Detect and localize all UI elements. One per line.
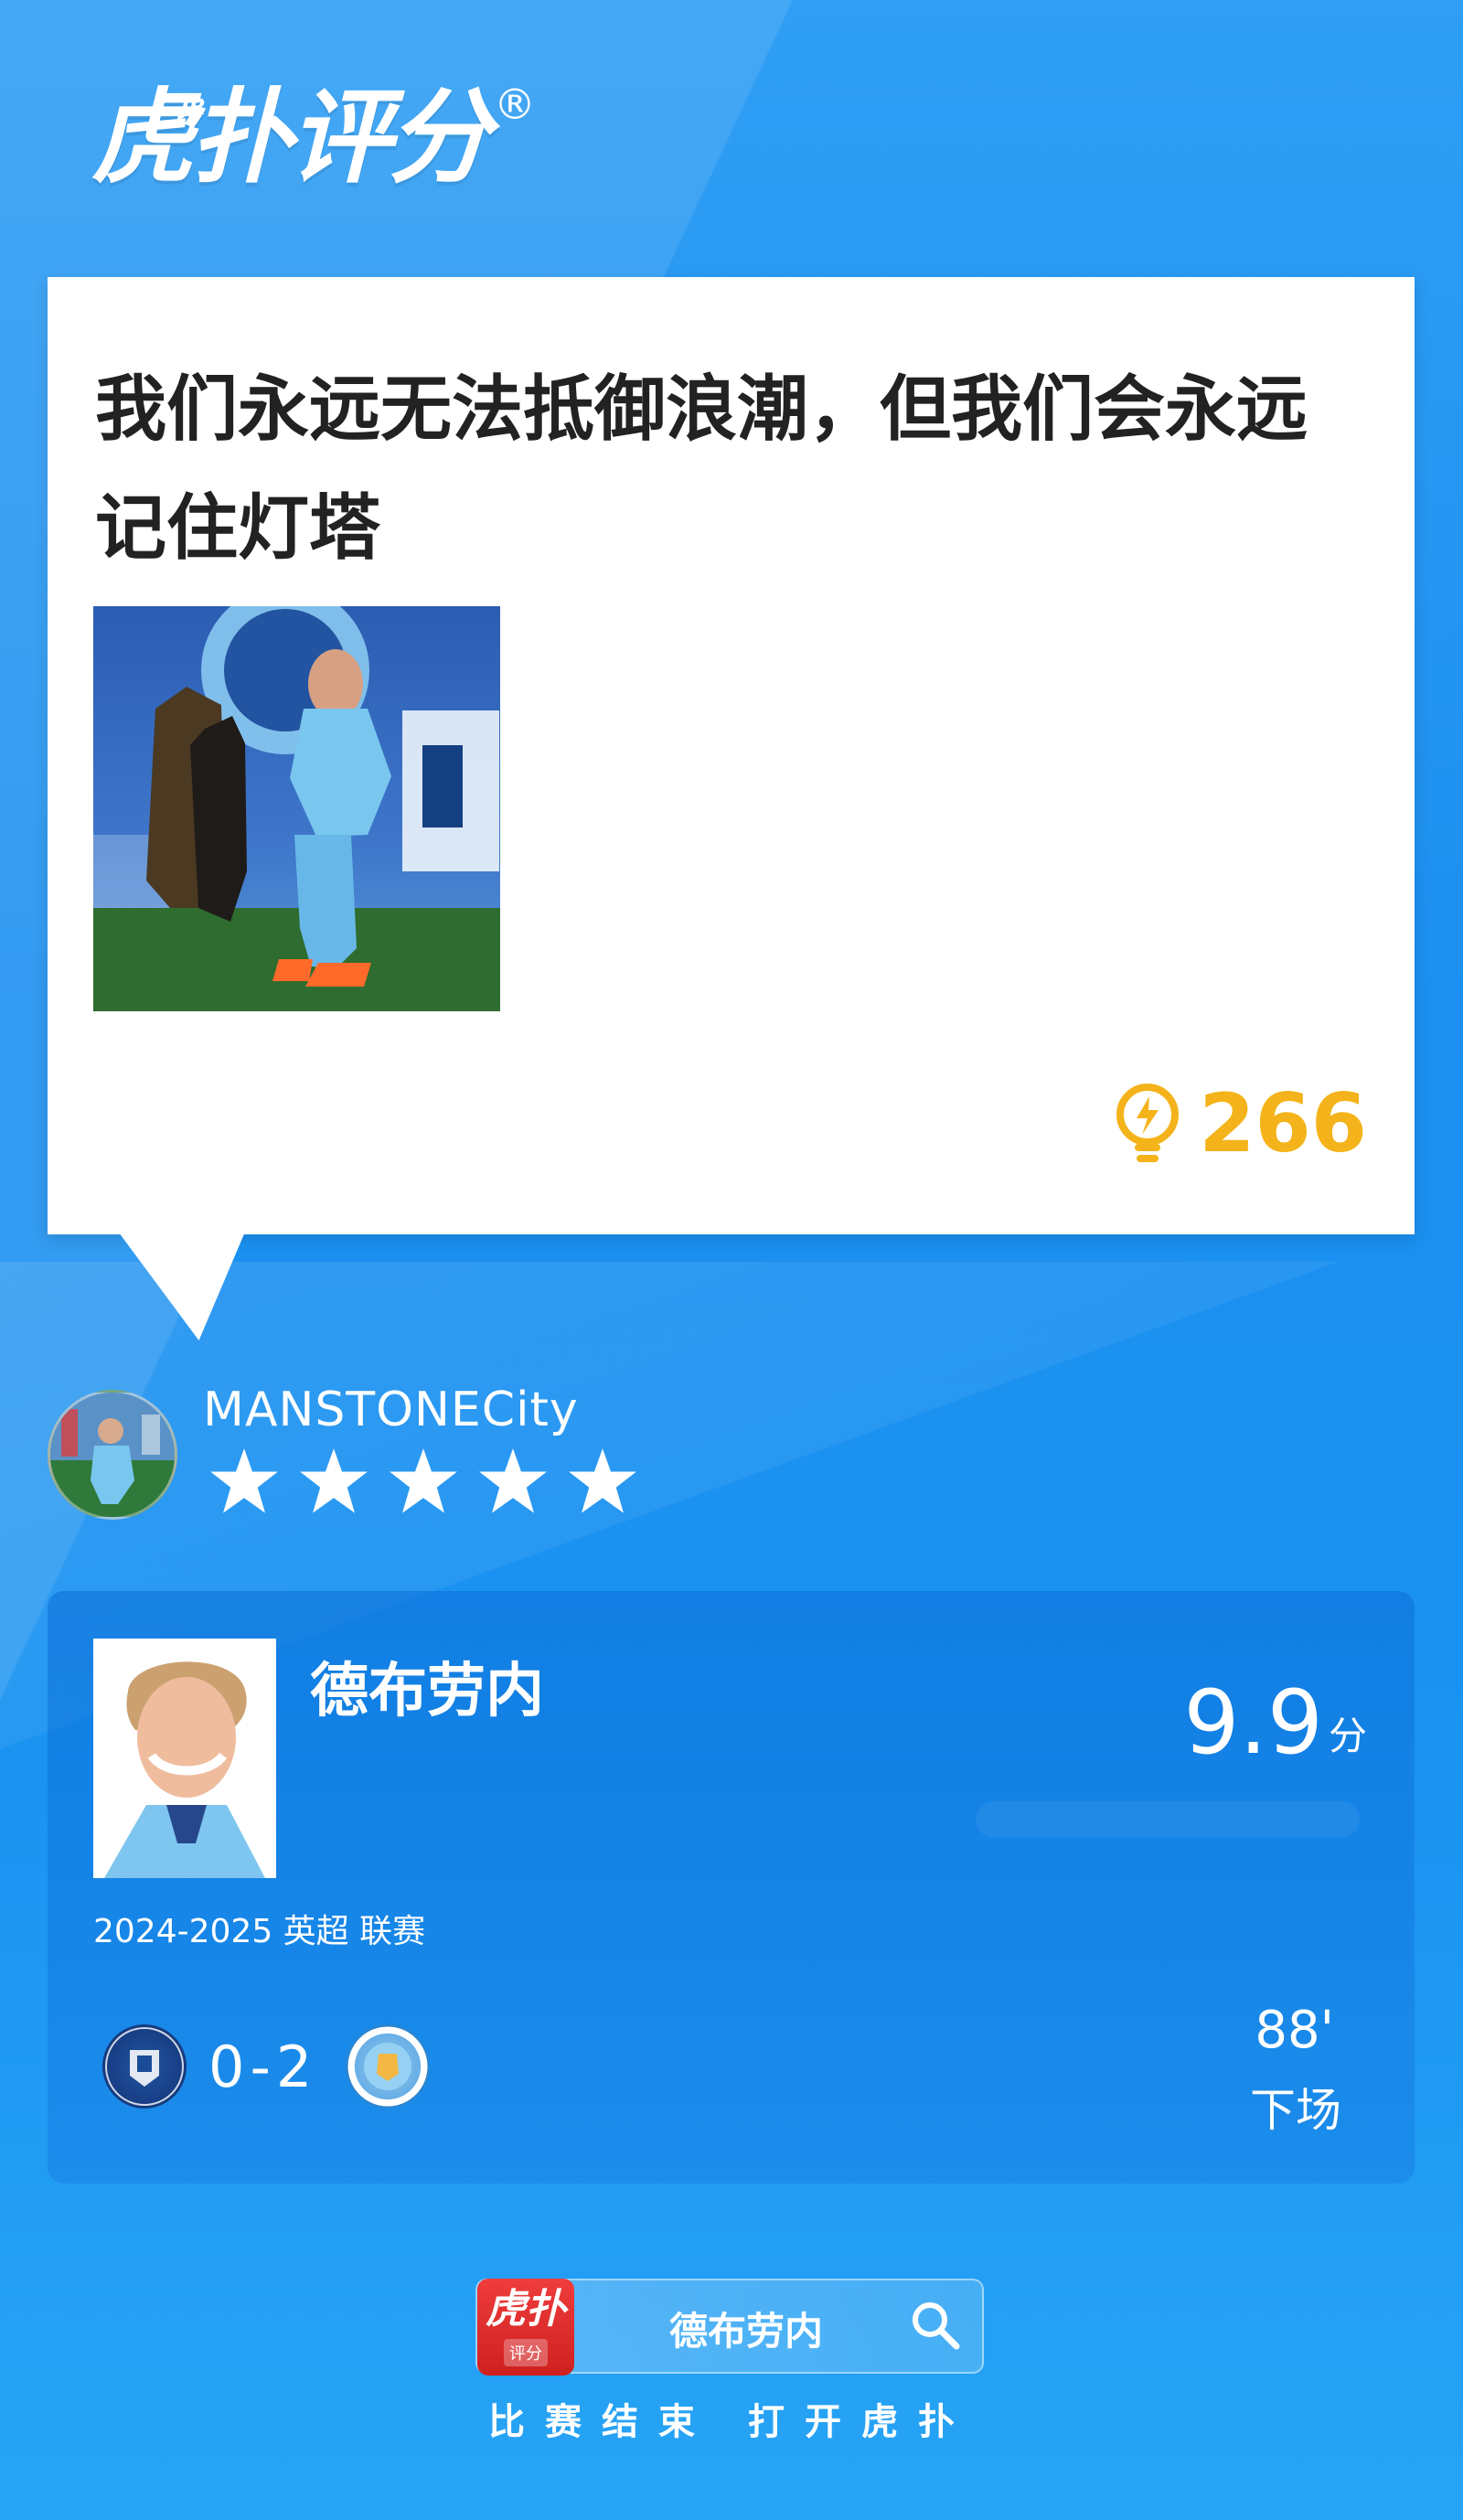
away-team-crest bbox=[347, 2026, 428, 2107]
player-photo bbox=[93, 1639, 276, 1878]
avatar[interactable] bbox=[48, 1390, 177, 1520]
likes-counter[interactable]: 266 bbox=[1109, 1082, 1367, 1166]
player-image bbox=[93, 1639, 276, 1878]
lightbulb-icon bbox=[1116, 1084, 1180, 1162]
hupu-app-icon-logo: 虎扑 bbox=[486, 2286, 566, 2333]
hupu-app-icon-subtitle: 评分 bbox=[504, 2339, 548, 2366]
app-logo-superscript: JR bbox=[181, 94, 207, 120]
rating-stars bbox=[207, 1445, 655, 1520]
rating-value: 9.9 bbox=[1183, 1671, 1323, 1774]
footer-cta[interactable]: 比赛结束 打开虎扑 bbox=[0, 2392, 1463, 2445]
rating-unit: 分 bbox=[1328, 1714, 1367, 1758]
avatar-image bbox=[50, 1393, 175, 1517]
match-score: 0-2 bbox=[208, 2034, 318, 2100]
review-card-tail bbox=[117, 1231, 282, 1340]
app-logo-text: 虎扑评分 bbox=[91, 79, 490, 198]
search-icon[interactable] bbox=[907, 2297, 964, 2354]
star-icon bbox=[210, 1448, 278, 1513]
player-score-card[interactable]: 德布劳内 9.9 分 2024-2025 英超 联赛 0-2 88' 下场 bbox=[48, 1591, 1415, 2184]
season-label: 2024-2025 英超 联赛 bbox=[93, 1913, 426, 1950]
search-query[interactable]: 德布劳内 bbox=[669, 2301, 823, 2356]
star-icon bbox=[390, 1448, 457, 1513]
registered-mark: ® bbox=[494, 80, 536, 129]
rating-shadow bbox=[976, 1801, 1360, 1838]
home-team-crest bbox=[105, 2027, 184, 2106]
manchester-city-badge bbox=[346, 2024, 430, 2109]
review-image-graphic bbox=[93, 606, 500, 1011]
hupu-app-icon[interactable]: 虎扑 评分 bbox=[477, 2279, 574, 2376]
review-card: 我们永远无法抵御浪潮，但我们会永远记住灯塔 266 bbox=[48, 277, 1415, 1234]
star-icon bbox=[300, 1448, 368, 1513]
app-logo: 虎扑评分 JR ® bbox=[91, 79, 536, 198]
search-bar[interactable]: 虎扑 评分 德布劳内 bbox=[475, 2279, 984, 2376]
substitution-status: 下场 bbox=[1250, 2084, 1341, 2137]
player-name: 德布劳内 bbox=[310, 1658, 544, 1725]
everton-badge bbox=[102, 2024, 187, 2109]
star-icon bbox=[479, 1448, 547, 1513]
substitution-minute: 88' bbox=[1255, 2001, 1334, 2060]
player-rating: 9.9 分 bbox=[1183, 1679, 1367, 1767]
likes-count: 266 bbox=[1199, 1076, 1367, 1170]
review-text: 我们永远无法抵御浪潮，但我们会永远记住灯塔 bbox=[95, 368, 1308, 570]
review-image[interactable] bbox=[93, 606, 500, 1011]
star-icon bbox=[569, 1448, 636, 1513]
review-author[interactable]: MANSTONECity bbox=[203, 1383, 579, 1437]
